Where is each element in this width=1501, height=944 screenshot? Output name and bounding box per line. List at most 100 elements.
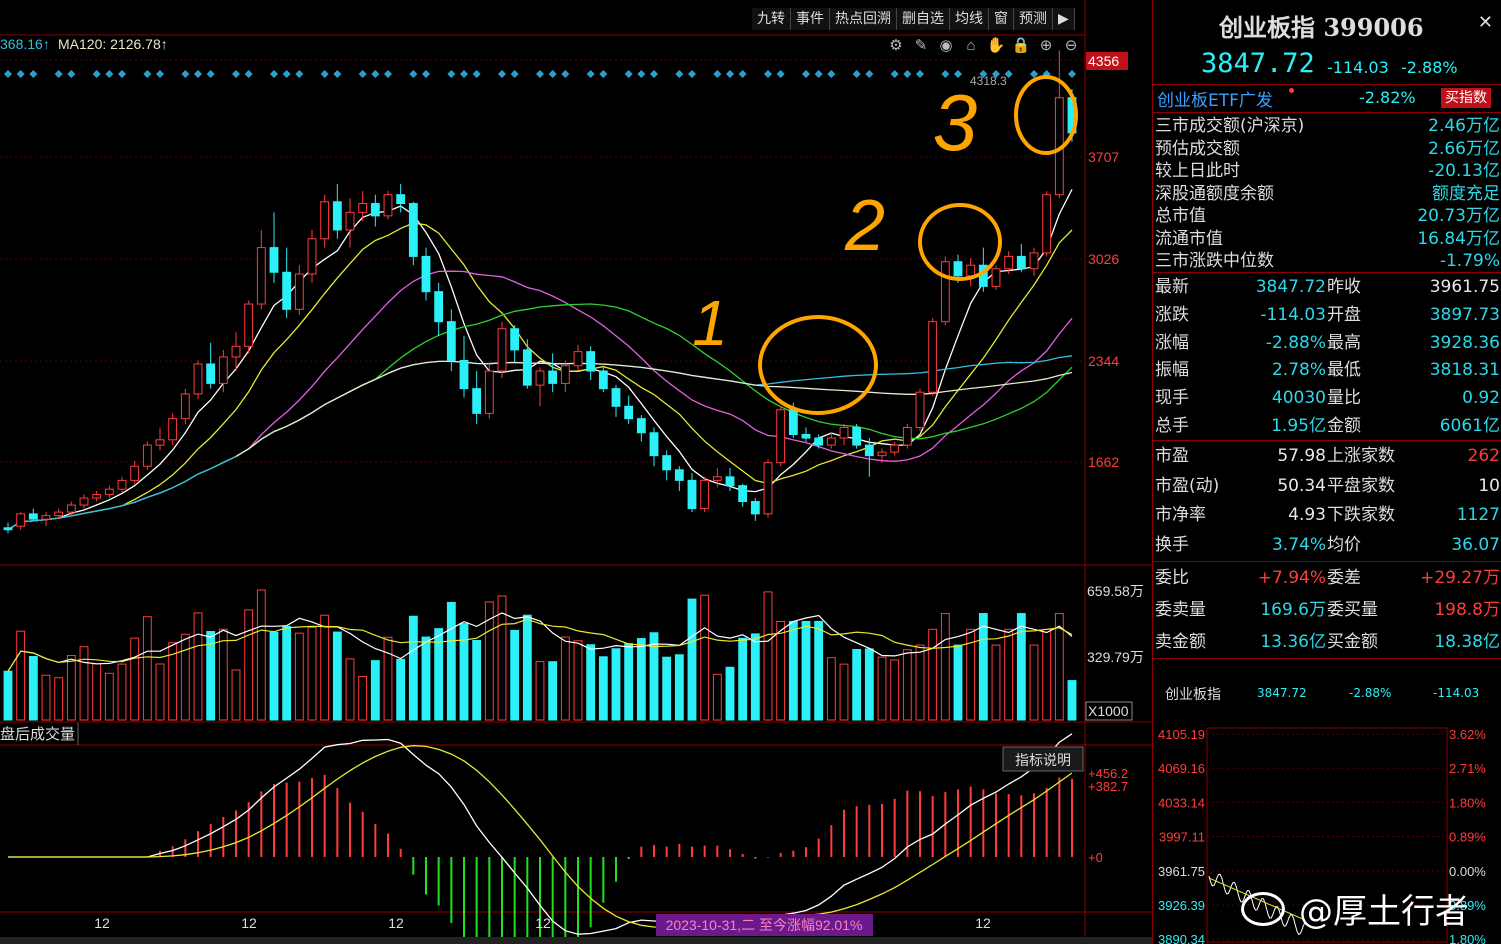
close-icon[interactable]: ✕ (1478, 12, 1493, 33)
volume-title: 盘后成交量 (0, 725, 75, 743)
candle-body (66, 504, 76, 513)
quote-value: 50.34 (1277, 475, 1326, 496)
quote-row: 市盈(动) 50.34 平盘家数 10 (1153, 472, 1501, 500)
buy-index-button[interactable]: 买指数 (1441, 88, 1491, 108)
signal-diamond (548, 70, 557, 78)
quote-label: 市净率 (1155, 505, 1206, 525)
etf-dot (1289, 88, 1294, 93)
volume-bar (92, 663, 102, 721)
signal-diamond (903, 70, 912, 78)
macd-axis-label: +382.7 (1088, 779, 1128, 794)
signal-diamond (586, 70, 595, 78)
mini-right-label: 3.62% (1449, 727, 1486, 742)
candle-body (332, 201, 342, 231)
stat-label: 预估成交额 (1155, 138, 1240, 159)
signal-diamond (29, 70, 38, 78)
signal-diamond (814, 70, 823, 78)
quote-value: 262 (1467, 446, 1500, 466)
quote-value: 2.78% (1271, 360, 1326, 381)
volume-bar (193, 612, 203, 721)
volume-bar (852, 648, 862, 721)
volume-bar (864, 648, 874, 721)
candle-body (725, 476, 735, 487)
volume-bar (915, 644, 925, 721)
annotation-circle-3 (1014, 75, 1078, 155)
quote-value: -2.88% (1265, 332, 1326, 353)
quote-label: 市盈(动) (1155, 475, 1220, 496)
volume-bar (1004, 628, 1014, 721)
candle-body (674, 469, 684, 481)
quote-row: 委卖量 169.6万 委买量 198.8万 (1153, 595, 1501, 625)
candle-body (383, 194, 393, 217)
quote-label: 最新 (1155, 277, 1189, 297)
signal-diamond (599, 70, 608, 78)
volume-bar (712, 673, 722, 721)
signal-diamond (384, 70, 392, 78)
signal-diamond (776, 70, 785, 78)
signal-diamond (865, 70, 874, 78)
signal-diamond (16, 70, 25, 78)
signal-diamond (333, 70, 342, 78)
quote-row: 振幅 2.78% 最低 3818.31 (1153, 357, 1501, 383)
price-axis-label: 1662 (1088, 454, 1119, 470)
price-axis-label: 3707 (1088, 149, 1119, 165)
candle-body (776, 409, 786, 464)
x-axis-label: 12 (535, 915, 551, 931)
volume-bar (560, 636, 570, 721)
mini-left-label: 3961.75 (1158, 864, 1205, 879)
quote-label: 换手 (1155, 534, 1189, 555)
candle-body (700, 479, 710, 510)
candle-body (218, 356, 228, 384)
candle-body (231, 345, 241, 358)
toolbar-icon: 🔒 (1012, 37, 1031, 54)
volume-bar (877, 656, 887, 721)
volume-bar (1042, 628, 1052, 721)
mini-right-label: 2.71% (1449, 761, 1486, 776)
annotation-label-2: 2 (844, 186, 885, 266)
candle-body (345, 211, 355, 231)
volume-bar (814, 620, 824, 721)
candle-body (991, 268, 1001, 287)
candle-body (307, 238, 317, 275)
mini-left-label: 3997.11 (1159, 830, 1205, 845)
stat-row: 较上日此时 -20.13亿 (1153, 159, 1501, 183)
kline-chart-area[interactable]: 九转 事件 热点回溯 删自选 均线窗预测 ▶ 368.16↑ MA120: 2126.78↑… (0, 0, 1152, 944)
candle-body (484, 370, 494, 414)
quote-value: 6061亿 (1439, 416, 1500, 436)
candle-body (624, 405, 634, 420)
mini-chg: -114.03 (1433, 686, 1480, 700)
chart-svg[interactable]: 368.16↑ MA120: 2126.78↑ ⚙ ✎ ◉ ⌂ ✋ 🔒 ⊕ ⊖ 4356 3707 30… (0, 0, 1152, 944)
stat-label: 深股通额度余额 (1155, 183, 1274, 204)
ma-readout: MA120: 2126.78↑ (58, 36, 168, 52)
signal-diamond (890, 70, 899, 78)
ma-readout: 368.16↑ (0, 36, 50, 52)
stat-row: 流通市值 16.84万亿 (1153, 227, 1501, 251)
volume-bar (269, 631, 279, 721)
mini-price: 3847.72 (1257, 686, 1307, 700)
volume-axis-label: 329.79万 (1087, 649, 1144, 665)
candle-body (320, 201, 330, 240)
signal-diamond (561, 70, 570, 78)
signal-diamond (295, 70, 304, 78)
volume-bar (16, 630, 26, 721)
mini-left-label: 3926.39 (1158, 898, 1205, 913)
signal-diamond (270, 70, 278, 78)
quote-label: 买金额 (1327, 632, 1378, 652)
signal-diamond (143, 70, 152, 78)
stat-value: -20.13亿 (1428, 161, 1500, 181)
signal-diamond (764, 70, 772, 78)
signal-diamond (637, 70, 646, 78)
signal-diamond (54, 70, 63, 78)
signal-diamond (232, 70, 240, 78)
volume-bar (79, 646, 89, 721)
quote-value: 40030 (1271, 388, 1326, 409)
etf-link[interactable]: 创业板ETF广发 (1157, 86, 1273, 111)
signal-diamond (409, 70, 418, 78)
volume-axis-label: 659.58万 (1087, 583, 1144, 599)
volume-bar (991, 644, 1001, 721)
quote-row: 涨跌 -114.03 开盘 3897.73 (1153, 302, 1501, 328)
candle-body (358, 203, 368, 213)
x-axis-label: 12 (975, 915, 991, 931)
candle-body (130, 465, 140, 481)
candle-body (750, 501, 760, 515)
